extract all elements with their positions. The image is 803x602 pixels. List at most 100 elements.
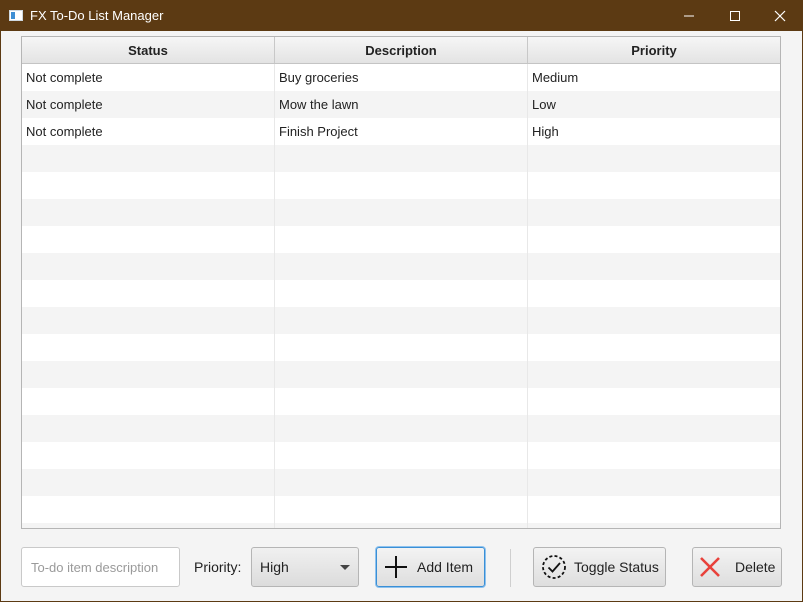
table-cell — [22, 361, 275, 388]
table-cell — [22, 388, 275, 415]
table-cell — [528, 199, 780, 226]
priority-label: Priority: — [194, 559, 242, 575]
action-bar: Priority: High Add Item Toggle — [1, 541, 802, 591]
table-row[interactable] — [22, 145, 780, 172]
table-cell: Not complete — [22, 118, 275, 145]
title-bar[interactable]: FX To-Do List Manager — [0, 0, 803, 31]
table-cell — [528, 469, 780, 496]
table-cell: Buy groceries — [275, 64, 528, 91]
delete-button[interactable]: Delete — [692, 547, 782, 587]
table-row[interactable] — [22, 199, 780, 226]
app-icon — [9, 10, 23, 21]
table-row[interactable] — [22, 415, 780, 442]
table-cell — [275, 334, 528, 361]
table-cell — [22, 523, 275, 528]
chevron-down-icon — [340, 565, 350, 570]
priority-selected-value: High — [260, 559, 289, 575]
table-cell: Not complete — [22, 91, 275, 118]
priority-select[interactable]: High — [251, 547, 359, 587]
table-row[interactable] — [22, 253, 780, 280]
table-cell — [275, 496, 528, 523]
close-button[interactable] — [757, 0, 803, 31]
table-cell — [275, 226, 528, 253]
client-area: Status Description Priority Not complete… — [1, 31, 802, 601]
table-cell — [275, 523, 528, 528]
table-cell — [22, 280, 275, 307]
table-row[interactable] — [22, 388, 780, 415]
column-header-status[interactable]: Status — [22, 37, 275, 63]
todo-table[interactable]: Status Description Priority Not complete… — [21, 36, 781, 529]
table-cell — [22, 226, 275, 253]
table-cell: Mow the lawn — [275, 91, 528, 118]
table-cell: Finish Project — [275, 118, 528, 145]
table-cell — [528, 145, 780, 172]
table-cell — [528, 280, 780, 307]
table-cell: High — [532, 124, 559, 139]
toolbar-separator — [510, 549, 511, 587]
check-circle-icon — [540, 553, 568, 581]
table-cell — [22, 199, 275, 226]
maximize-button[interactable] — [712, 0, 758, 31]
table-cell — [528, 496, 780, 523]
table-cell — [22, 334, 275, 361]
minimize-icon — [684, 15, 694, 16]
table-cell — [22, 307, 275, 334]
table-cell — [528, 415, 780, 442]
table-cell — [22, 496, 275, 523]
table-row[interactable] — [22, 496, 780, 523]
table-cell — [275, 307, 528, 334]
close-icon — [774, 10, 786, 21]
table-row[interactable]: Not complete Finish Project High — [22, 118, 780, 145]
table-cell — [275, 253, 528, 280]
plus-icon — [383, 554, 409, 580]
table-cell — [275, 172, 528, 199]
toggle-status-label: Toggle Status — [574, 559, 659, 575]
table-cell — [528, 361, 780, 388]
table-cell — [22, 253, 275, 280]
table-cell — [528, 523, 780, 528]
table-row[interactable] — [22, 280, 780, 307]
table-body: Not complete Buy groceries Medium Not compl… — [22, 64, 780, 528]
delete-label: Delete — [735, 559, 776, 575]
column-header-priority[interactable]: Priority — [528, 37, 780, 63]
table-cell — [528, 307, 780, 334]
minimize-button[interactable] — [666, 0, 712, 31]
table-cell: Medium — [532, 70, 579, 85]
table-cell — [275, 388, 528, 415]
table-row[interactable]: Not complete Buy groceries Medium — [22, 64, 780, 91]
table-cell — [528, 172, 780, 199]
add-item-label: Add Item — [417, 559, 474, 575]
x-icon — [699, 556, 721, 578]
table-row[interactable] — [22, 361, 780, 388]
window-title: FX To-Do List Manager — [30, 8, 164, 23]
table-cell — [528, 334, 780, 361]
table-cell — [275, 361, 528, 388]
table-row[interactable] — [22, 442, 780, 469]
table-cell — [528, 226, 780, 253]
table-cell — [22, 415, 275, 442]
table-row[interactable] — [22, 307, 780, 334]
table-cell — [275, 469, 528, 496]
table-row[interactable] — [22, 226, 780, 253]
table-cell — [22, 469, 275, 496]
app-window: FX To-Do List Manager Status Description… — [0, 0, 803, 602]
maximize-icon — [730, 10, 740, 21]
toggle-status-button[interactable]: Toggle Status — [533, 547, 666, 587]
table-cell — [275, 145, 528, 172]
table-cell — [275, 442, 528, 469]
table-row[interactable] — [22, 523, 780, 528]
table-row[interactable]: Not complete Mow the lawn Low — [22, 91, 780, 118]
add-item-button[interactable]: Add Item — [376, 547, 485, 587]
table-cell — [275, 199, 528, 226]
column-header-description[interactable]: Description — [275, 37, 528, 63]
table-cell — [275, 415, 528, 442]
table-row[interactable] — [22, 334, 780, 361]
table-cell — [22, 145, 275, 172]
table-row[interactable] — [22, 172, 780, 199]
table-cell — [22, 442, 275, 469]
description-input[interactable] — [21, 547, 180, 587]
table-row[interactable] — [22, 469, 780, 496]
table-cell — [528, 442, 780, 469]
table-cell — [22, 172, 275, 199]
table-cell — [528, 253, 780, 280]
